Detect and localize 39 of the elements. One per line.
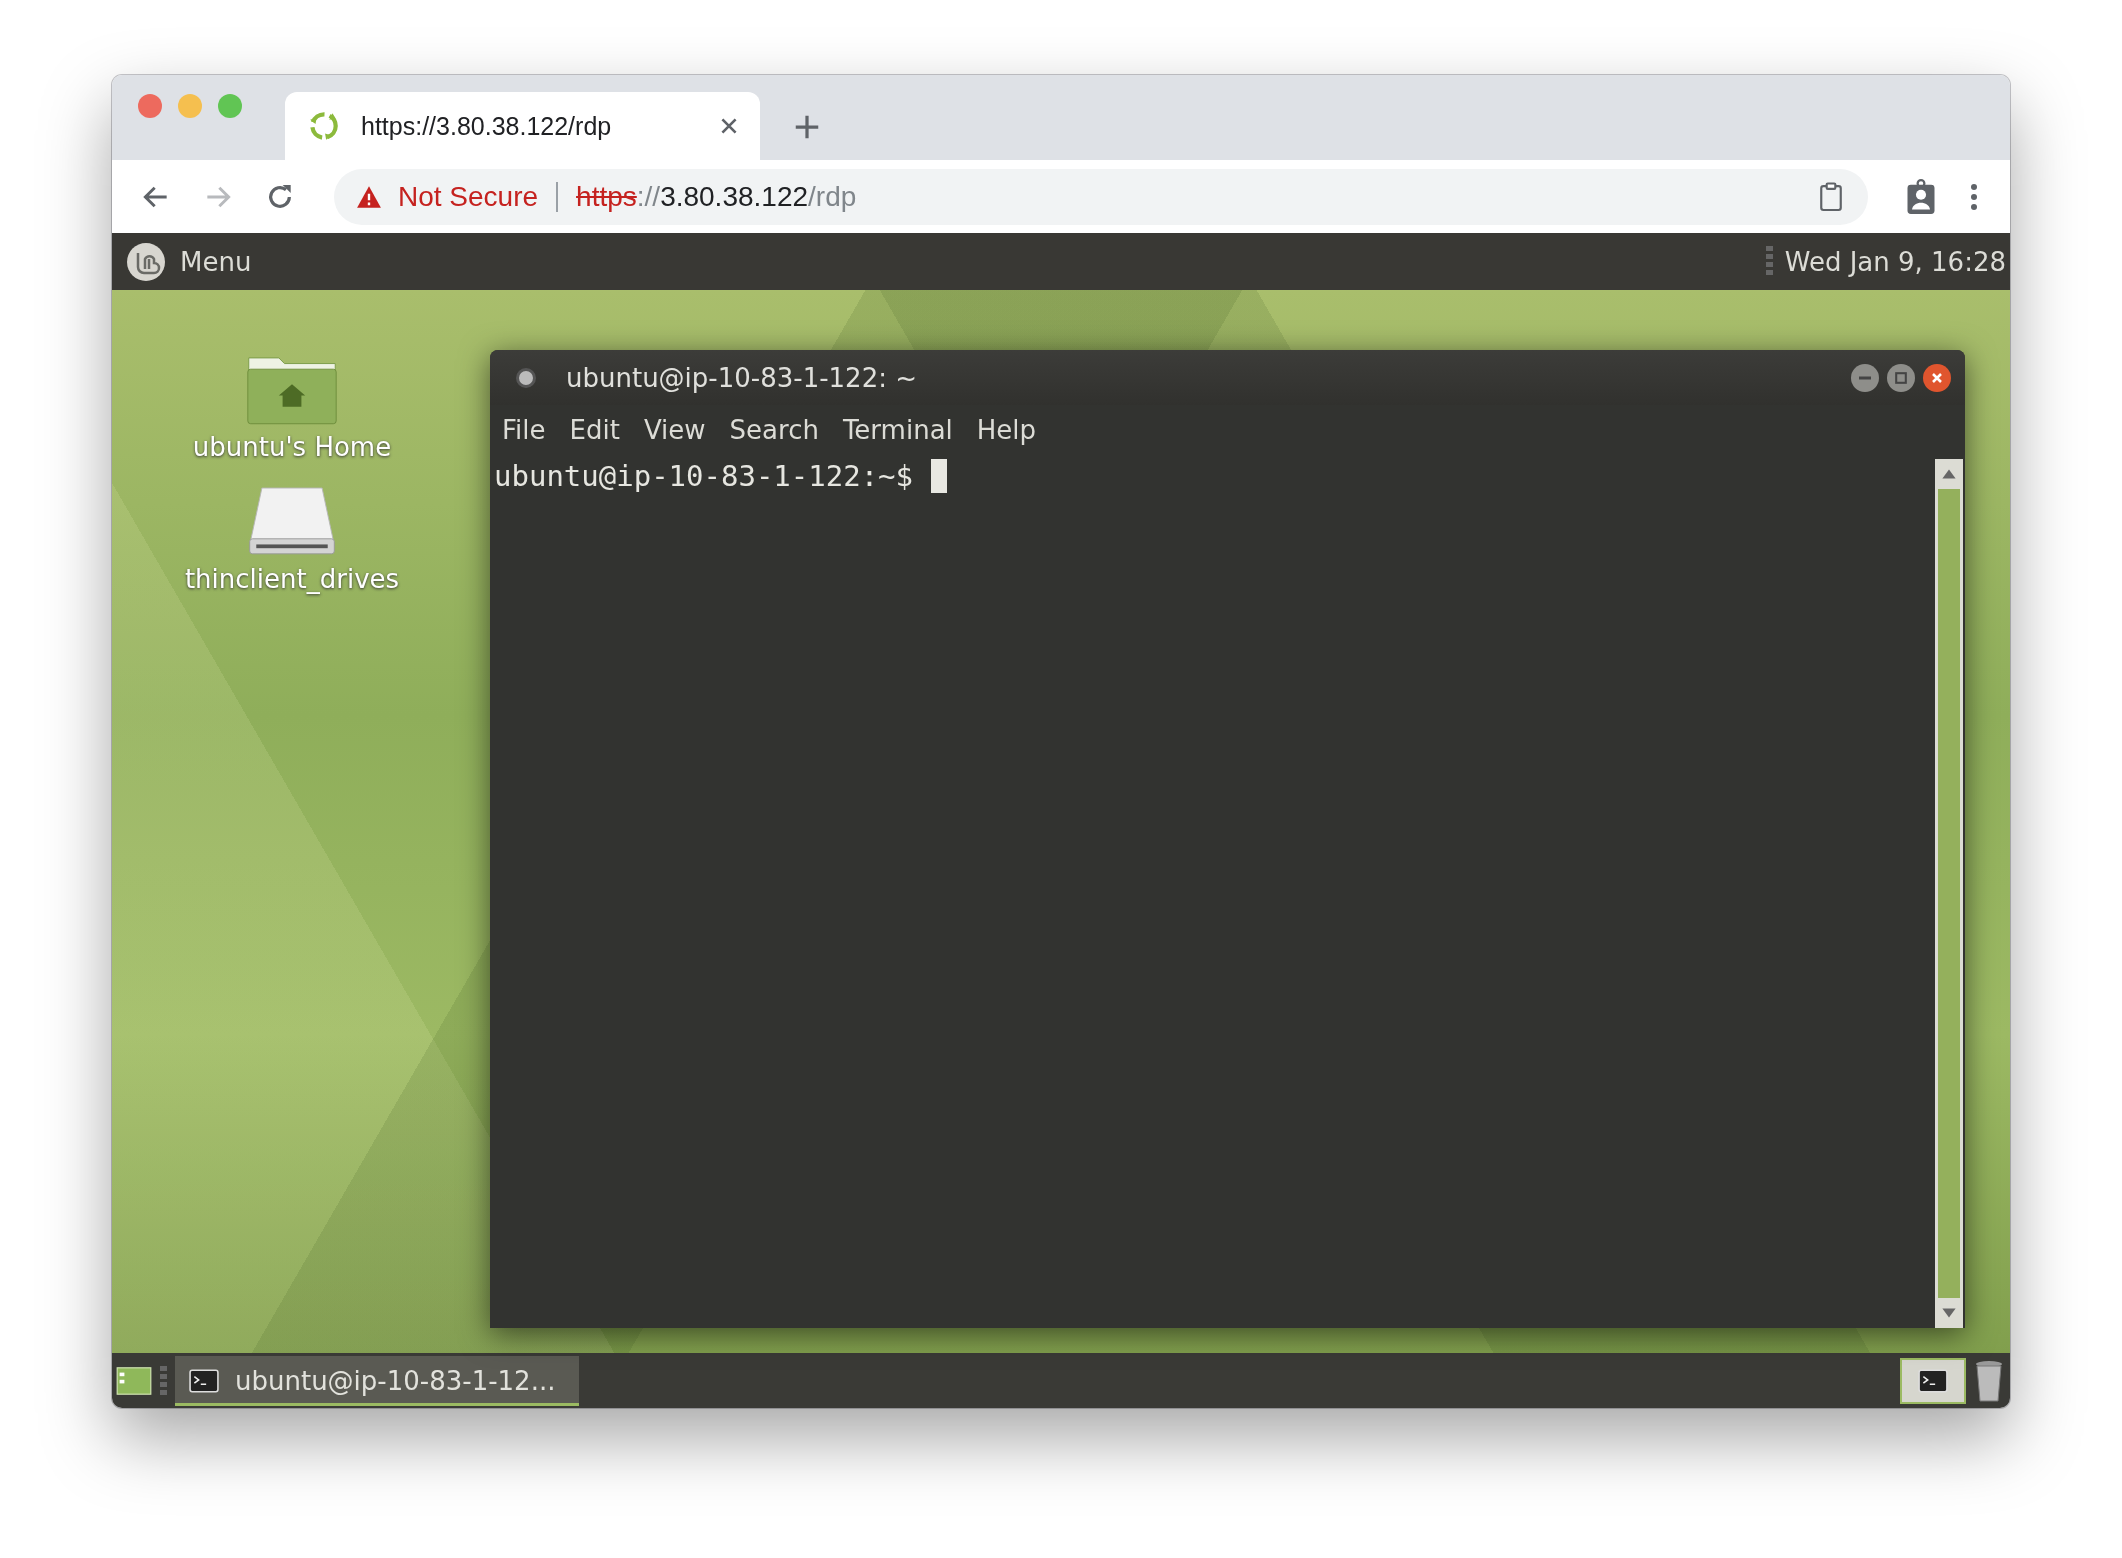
trash-icon[interactable]: [1974, 1358, 2004, 1403]
mint-logo-icon: [126, 241, 166, 282]
terminal-icon: [1918, 1368, 1948, 1393]
browser-tab[interactable]: https://3.80.38.122/rdp: [285, 92, 760, 160]
terminal-icon: [189, 1368, 219, 1393]
desktop-icon-label: thinclient_drives: [184, 564, 400, 594]
tab-title: https://3.80.38.122/rdp: [361, 111, 613, 141]
terminal-launcher-button[interactable]: [1900, 1357, 1966, 1404]
menu-item[interactable]: File: [502, 415, 546, 445]
text-cursor: [931, 459, 948, 493]
profile-badge-icon[interactable]: [1906, 178, 1936, 215]
window-title: ubuntu@ip-10-83-1-122: ~: [566, 362, 917, 393]
clock-text: Wed Jan 9, 16:28: [1784, 246, 2006, 277]
minus-icon: [1859, 375, 1871, 380]
panel-handle[interactable]: [160, 1365, 167, 1396]
menu-item[interactable]: Help: [976, 415, 1037, 445]
close-button[interactable]: [1923, 363, 1951, 392]
clipboard-icon[interactable]: [1818, 180, 1844, 213]
square-icon: [1893, 369, 1909, 386]
menu-item[interactable]: View: [643, 415, 706, 445]
menu-item[interactable]: Edit: [569, 415, 620, 445]
window-menu-icon[interactable]: [516, 367, 536, 388]
warning-icon: [356, 184, 382, 209]
maximize-button[interactable]: [1887, 363, 1915, 392]
security-label: Not Secure: [398, 180, 539, 213]
minimize-button[interactable]: [1851, 363, 1879, 392]
menu-icon[interactable]: [1970, 182, 1978, 211]
close-window-button[interactable]: [138, 94, 162, 118]
menu-button[interactable]: Menu: [126, 241, 252, 282]
address-bar[interactable]: Not Secure https://3.80.38.122/rdp: [334, 168, 1868, 225]
shell-prompt: ubuntu@ip-10-83-1-122:~$: [494, 459, 914, 493]
menu-item[interactable]: Terminal: [842, 415, 953, 445]
panel-handle[interactable]: [1765, 245, 1773, 278]
show-desktop-icon[interactable]: [116, 1365, 152, 1396]
taskbar-item[interactable]: ubuntu@ip-10-83-1-12...: [175, 1355, 580, 1406]
url-text: https://3.80.38.122/rdp: [576, 180, 858, 213]
desktop-icon-label: ubuntu's Home: [192, 432, 392, 462]
menu-item[interactable]: Search: [729, 415, 819, 445]
scrollbar[interactable]: [1935, 459, 1963, 1328]
